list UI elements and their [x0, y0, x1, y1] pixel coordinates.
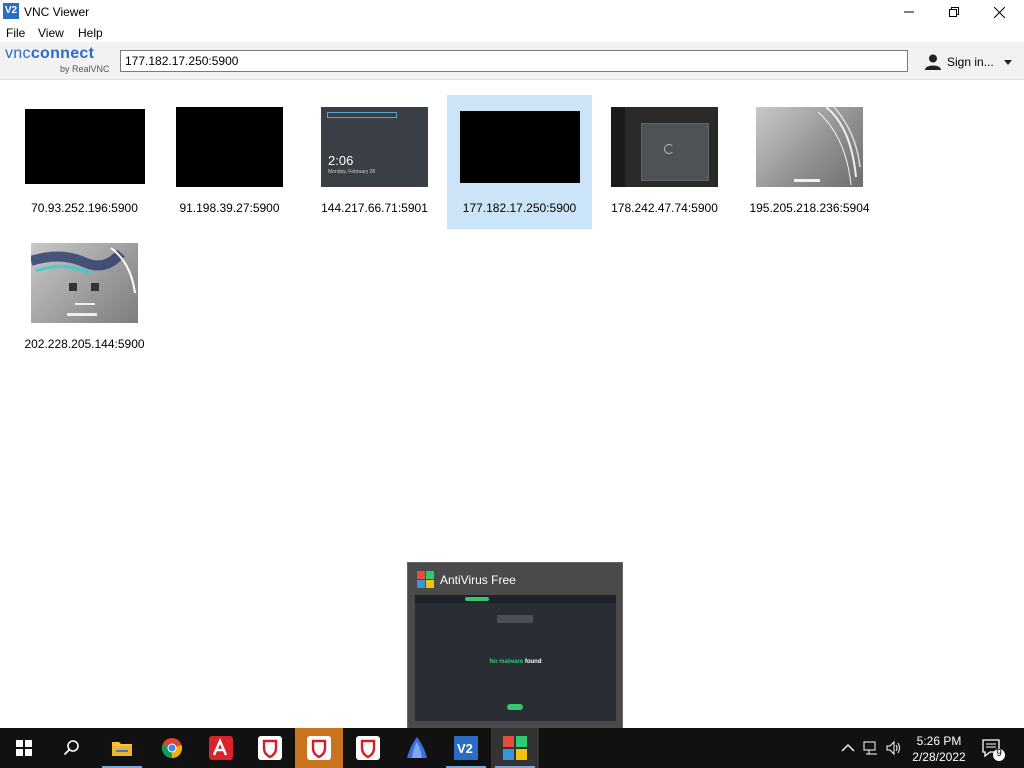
title-bar: V2 VNC Viewer — [0, 0, 1024, 24]
notification-count: 9 — [996, 748, 1002, 759]
taskbar-avira[interactable] — [197, 728, 245, 768]
menu-help-label: Help — [78, 26, 103, 40]
connection-label: 91.198.39.27:5900 — [179, 201, 280, 215]
wallpaper-swirl — [794, 107, 861, 186]
menu-bar: File View Help — [0, 24, 1024, 42]
chevron-down-icon — [1003, 59, 1012, 65]
toolbar: vncconnect by RealVNC 177.182.17.250:590… — [0, 42, 1024, 80]
connection-thumbnail — [756, 107, 863, 187]
connection-thumbnail — [460, 111, 580, 183]
connection-thumbnail — [25, 109, 145, 184]
preview-button — [507, 704, 523, 710]
minimize-button[interactable] — [886, 0, 932, 24]
preview-badge — [465, 597, 489, 601]
vnc-app-icon: V2 — [3, 3, 19, 19]
connection-label: 70.93.252.196:5900 — [31, 201, 138, 215]
preview-status-green: No malware — [489, 659, 524, 665]
preview-header — [415, 595, 616, 603]
taskbar-avg-antivirus[interactable] — [491, 728, 539, 768]
taskbar-shield-app-active[interactable] — [295, 728, 343, 768]
shield-icon — [258, 736, 282, 760]
sign-in-label: Sign in... — [947, 55, 994, 69]
connection-label: 195.205.218.236:5904 — [749, 201, 870, 215]
search-button[interactable] — [48, 728, 96, 768]
taskbar-blue-app[interactable] — [393, 728, 441, 768]
minimize-icon — [904, 11, 914, 13]
sign-in-button[interactable]: Sign in... — [924, 51, 1012, 73]
taskbar-preview-popup[interactable]: AntiVirus Free No malware found — [407, 562, 623, 730]
thumb-date: Monday, February 28 — [328, 169, 376, 175]
shield-icon — [307, 736, 331, 760]
connection-label: 177.182.17.250:5900 — [462, 201, 577, 215]
thumb-sidebar — [611, 107, 625, 187]
windows-icon — [16, 740, 32, 756]
thumb-time: 2:06 — [328, 153, 354, 168]
svg-text:V2: V2 — [457, 741, 473, 756]
connection-tile-selected[interactable]: 177.182.17.250:5900 — [447, 95, 592, 229]
clock[interactable]: 5:26 PM 2/28/2022 — [905, 733, 973, 765]
preview-status-white: found — [523, 659, 542, 665]
vnc-viewer-icon: V2 — [454, 736, 478, 760]
brand-bold: connect — [30, 45, 95, 62]
chevron-up-icon[interactable] — [840, 740, 856, 756]
connection-thumbnail — [31, 243, 138, 323]
close-icon — [993, 6, 1005, 18]
search-icon — [63, 740, 79, 756]
restore-button[interactable] — [931, 0, 977, 24]
connection-thumbnail: 2:06 Monday, February 28 — [321, 107, 428, 187]
connection-label: 178.242.47.74:5900 — [611, 201, 718, 215]
spinner-icon — [664, 144, 674, 154]
close-button[interactable] — [976, 0, 1022, 24]
shield-icon — [356, 736, 380, 760]
connection-tile[interactable]: 195.205.218.236:5904 — [737, 95, 882, 229]
preview-tab — [497, 615, 533, 623]
network-icon[interactable] — [863, 740, 879, 756]
address-input[interactable]: 177.182.17.250:5900 — [120, 50, 908, 72]
connection-thumbnail — [176, 107, 283, 187]
wallpaper-swirl — [31, 247, 136, 316]
brand-light: vnc — [5, 45, 31, 62]
popup-window-preview: No malware found — [415, 595, 616, 721]
restore-icon — [949, 7, 959, 17]
menu-help[interactable]: Help — [78, 26, 103, 40]
avg-icon — [503, 736, 527, 760]
avira-icon — [209, 736, 233, 760]
clock-date: 2/28/2022 — [912, 750, 966, 764]
clock-time: 5:26 PM — [916, 734, 962, 748]
blue-app-icon — [407, 737, 427, 758]
connection-tile[interactable]: 202.228.205.144:5900 — [12, 231, 157, 365]
taskbar: V2 5:26 PM 2/28/2022 9 — [0, 728, 1024, 768]
menu-file-label: File — [6, 26, 26, 40]
connection-tile[interactable]: 91.198.39.27:5900 — [157, 95, 302, 229]
taskbar-vnc-viewer[interactable]: V2 — [442, 728, 490, 768]
taskbar-file-explorer[interactable] — [98, 728, 146, 768]
user-icon — [925, 54, 941, 70]
connection-label: 202.228.205.144:5900 — [24, 337, 145, 351]
thumb-dialog — [641, 123, 709, 181]
connection-label: 144.217.66.71:5901 — [321, 201, 428, 215]
start-button[interactable] — [0, 728, 48, 768]
menu-view-label: View — [38, 26, 64, 40]
chrome-icon — [161, 738, 183, 759]
connection-thumbnail — [611, 107, 718, 187]
avg-icon — [417, 571, 434, 588]
volume-icon[interactable] — [886, 740, 902, 756]
taskbar-shield-app[interactable] — [246, 728, 294, 768]
popup-title: AntiVirus Free — [440, 573, 516, 587]
brand-sub: by RealVNC — [60, 64, 110, 74]
connection-tile[interactable]: 178.242.47.74:5900 — [592, 95, 737, 229]
notification-center-button[interactable]: 9 — [980, 736, 1006, 762]
thumb-address-bar — [327, 112, 397, 118]
folder-icon — [112, 742, 132, 756]
taskbar-chrome[interactable] — [148, 728, 196, 768]
menu-view[interactable]: View — [38, 26, 64, 40]
menu-file[interactable]: File — [6, 26, 25, 40]
taskbar-shield-app-2[interactable] — [344, 728, 392, 768]
connection-tile[interactable]: 70.93.252.196:5900 — [12, 95, 157, 229]
preview-status: No malware found — [415, 659, 616, 665]
vnc-connect-logo: vncconnect by RealVNC — [5, 45, 115, 77]
connection-tile[interactable]: 2:06 Monday, February 28 144.217.66.71:5… — [302, 95, 447, 229]
window-title: VNC Viewer — [24, 5, 90, 19]
